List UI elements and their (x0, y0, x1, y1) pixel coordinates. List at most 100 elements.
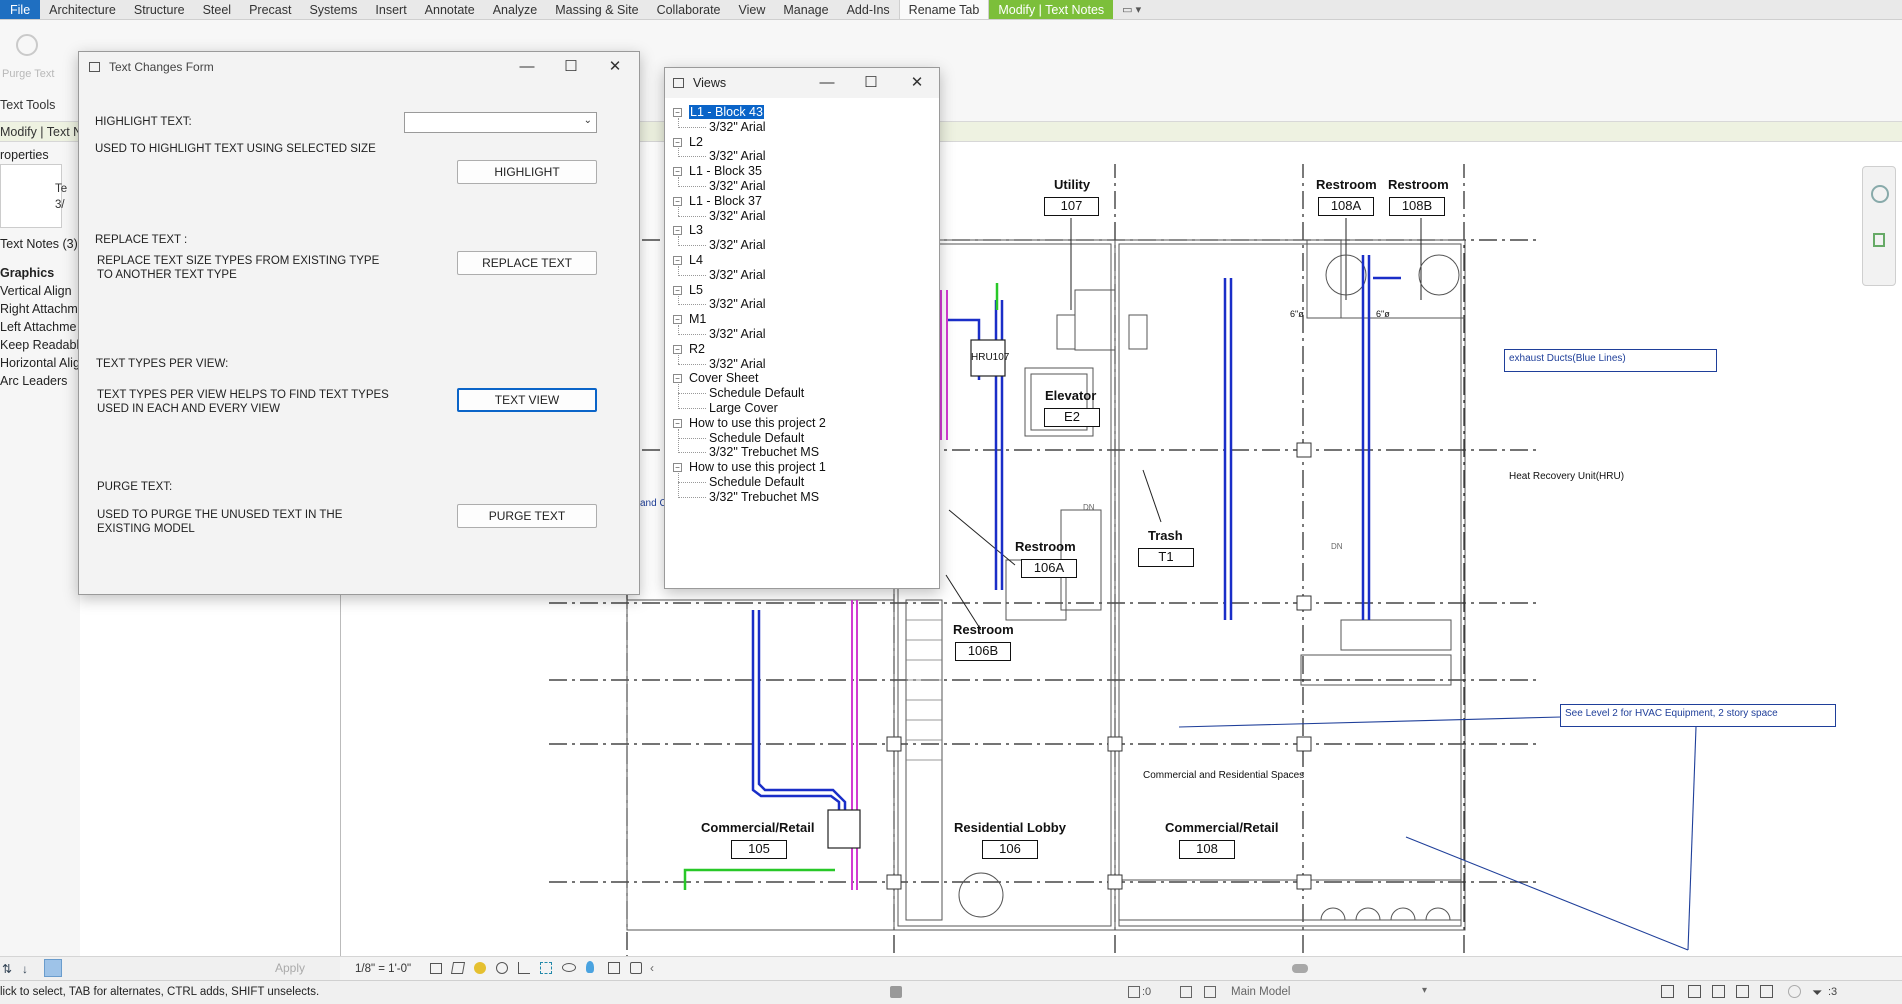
view-node[interactable]: How to use this project 2 (689, 416, 826, 430)
text-type-node[interactable]: 3/32" Arial (709, 238, 766, 252)
param-horizontal-align[interactable]: Horizontal Alig (0, 356, 80, 370)
ribbon-tab-add-ins[interactable]: Add-Ins (838, 0, 899, 19)
editable-only-icon[interactable] (1128, 986, 1140, 998)
room-tag-105[interactable]: 105 (731, 840, 787, 859)
text-type-node[interactable]: Large Cover (709, 401, 778, 415)
room-tag-e2[interactable]: E2 (1044, 408, 1100, 427)
view-node[interactable]: L1 - Block 35 (689, 164, 762, 178)
select-pinned-icon[interactable] (1712, 985, 1725, 998)
ribbon-options-dropdown-icon[interactable]: ▭ ▾ (1113, 0, 1150, 19)
text-type-node[interactable]: Schedule Default (709, 386, 804, 400)
reveal-hidden-icon[interactable] (562, 963, 576, 972)
ribbon-tab-modify-text-notes[interactable]: Modify | Text Notes (989, 0, 1114, 19)
sort-alpha-icon[interactable]: ↓ (22, 962, 28, 976)
ribbon-tab-insert[interactable]: Insert (366, 0, 415, 19)
room-tag-107[interactable]: 107 (1044, 197, 1099, 216)
room-tag-106a[interactable]: 106A (1021, 559, 1077, 578)
horizontal-scroll-left-icon[interactable]: ‹ (650, 961, 654, 975)
ribbon-tab-analyze[interactable]: Analyze (484, 0, 546, 19)
tree-collapse-toggle-icon[interactable]: − (673, 256, 682, 265)
text-type-node[interactable]: Schedule Default (709, 475, 804, 489)
ribbon-tab-rename-tab[interactable]: Rename Tab (898, 0, 990, 19)
view-scale[interactable]: 1/8" = 1'-0" (355, 963, 411, 975)
minimize-button[interactable]: — (513, 56, 541, 78)
text-form-titlebar[interactable]: Text Changes Form — ☐ ✕ (79, 52, 639, 82)
param-left-attachment[interactable]: Left Attachme (0, 320, 76, 334)
drag-elements-icon[interactable] (1760, 985, 1773, 998)
select-links-icon[interactable] (1661, 985, 1674, 998)
navigation-bar[interactable] (1862, 166, 1896, 286)
text-type-node[interactable]: 3/32" Arial (709, 120, 766, 134)
room-tag-t1[interactable]: T1 (1138, 548, 1194, 567)
maximize-button[interactable]: ☐ (557, 56, 585, 78)
horizontal-scrollbar-thumb[interactable] (1292, 964, 1308, 973)
views-tree[interactable]: − L1 - Block 43 3/32" Arial − L2 3/32" Arial −… (665, 98, 939, 588)
purge-text-button[interactable]: PURGE TEXT (457, 504, 597, 528)
room-tag-108b[interactable]: 108B (1389, 197, 1445, 216)
ribbon-tab-steel[interactable]: Steel (194, 0, 241, 19)
ribbon-tab-massing-site[interactable]: Massing & Site (546, 0, 647, 19)
ribbon-tab-systems[interactable]: Systems (300, 0, 366, 19)
tree-collapse-toggle-icon[interactable]: − (673, 167, 682, 177)
tree-collapse-toggle-icon[interactable]: − (673, 374, 682, 384)
sort-icon[interactable]: ⇅ (2, 962, 12, 976)
close-button[interactable]: ✕ (903, 72, 931, 94)
highlight-size-select[interactable]: ⌄ (404, 112, 597, 133)
param-right-attachment[interactable]: Right Attachm (0, 302, 78, 316)
tree-collapse-toggle-icon[interactable]: − (673, 137, 682, 147)
view-node[interactable]: L1 - Block 43 (688, 104, 765, 120)
crop-view-icon[interactable] (518, 962, 530, 974)
room-tag-106b[interactable]: 106B (955, 642, 1011, 661)
text-view-button[interactable]: TEXT VIEW (457, 388, 597, 412)
ribbon-tab-annotate[interactable]: Annotate (416, 0, 484, 19)
view-node[interactable]: R2 (689, 342, 705, 356)
view-node[interactable]: How to use this project 1 (689, 460, 826, 474)
shadows-icon[interactable] (496, 962, 508, 974)
text-type-node[interactable]: 3/32" Arial (709, 268, 766, 282)
purge-text-tool[interactable]: Purge Text (2, 28, 56, 84)
text-type-node[interactable]: 3/32" Arial (709, 357, 766, 371)
zoom-icon[interactable] (1873, 233, 1885, 247)
design-options-icon-2[interactable] (1204, 986, 1216, 998)
highlight-button[interactable]: HIGHLIGHT (457, 160, 597, 184)
param-arc-leaders[interactable]: Arc Leaders (0, 374, 67, 388)
room-tag-106[interactable]: 106 (982, 840, 1038, 859)
ribbon-tab-precast[interactable]: Precast (240, 0, 300, 19)
full-navigation-wheel-icon[interactable] (1871, 185, 1889, 203)
note-exhaust-ducts[interactable]: exhaust Ducts(Blue Lines) (1504, 349, 1717, 372)
param-vertical-align[interactable]: Vertical Align (0, 284, 72, 298)
note-heat-recovery-unit[interactable]: Heat Recovery Unit(HRU) (1509, 471, 1624, 482)
maximize-button[interactable]: ☐ (857, 72, 885, 94)
tree-collapse-toggle-icon[interactable]: − (673, 418, 682, 428)
view-node[interactable]: L4 (689, 253, 703, 267)
close-button[interactable]: ✕ (601, 56, 629, 78)
active-model[interactable]: Main Model (1231, 986, 1290, 998)
ribbon-tab-view[interactable]: View (730, 0, 775, 19)
room-tag-108a[interactable]: 108A (1318, 197, 1374, 216)
tree-collapse-toggle-icon[interactable]: − (673, 315, 682, 325)
apply-button[interactable]: Apply (255, 961, 325, 977)
select-by-face-icon[interactable] (1736, 985, 1749, 998)
view-node[interactable]: L3 (689, 223, 703, 237)
background-process-icon[interactable] (1788, 985, 1801, 998)
view-node[interactable]: Cover Sheet (689, 371, 758, 385)
hru-equipment-tag[interactable]: HRU107 (971, 352, 1009, 363)
tree-collapse-toggle-icon[interactable]: − (673, 285, 682, 295)
views-titlebar[interactable]: Views — ☐ ✕ (665, 68, 939, 98)
note-hvac-equipment[interactable]: See Level 2 for HVAC Equipment, 2 story … (1560, 704, 1836, 727)
text-type-node[interactable]: 3/32" Arial (709, 209, 766, 223)
workset-icon[interactable] (890, 986, 902, 998)
room-tag-108[interactable]: 108 (1179, 840, 1235, 859)
temporary-hide-icon[interactable] (540, 962, 552, 974)
ribbon-tab-manage[interactable]: Manage (774, 0, 837, 19)
worksharing-icon[interactable] (608, 962, 620, 974)
view-node[interactable]: M1 (689, 312, 706, 326)
filter-icon[interactable]: ⏷ (1812, 985, 1822, 1001)
design-options-icon[interactable] (1180, 986, 1192, 998)
replace-text-button[interactable]: REPLACE TEXT (457, 251, 597, 275)
text-type-node[interactable]: 3/32" Arial (709, 327, 766, 341)
detail-level-icon[interactable] (430, 963, 442, 974)
properties-group-graphics[interactable]: Graphics (0, 266, 54, 280)
tree-collapse-toggle-icon[interactable]: − (673, 226, 682, 236)
view-node[interactable]: L5 (689, 283, 703, 297)
